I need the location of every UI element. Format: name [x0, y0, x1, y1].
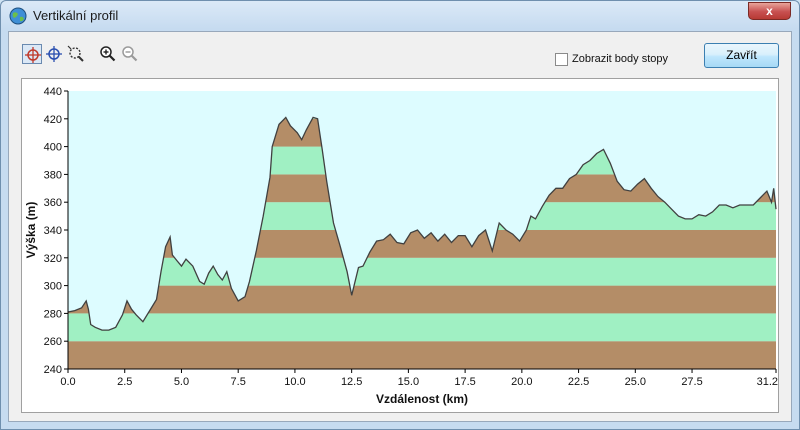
crosshair-red-tool[interactable]	[22, 44, 42, 64]
y-tick-label: 420	[44, 114, 62, 126]
client-area: Zobrazit body stopy Zavřít 240 260 280 300 3…	[8, 31, 792, 422]
close-button[interactable]: Zavřít	[704, 43, 779, 68]
x-tick-label: 22.5	[568, 376, 589, 388]
crosshair-blue-tool[interactable]	[44, 44, 64, 64]
y-tick-label: 300	[44, 281, 62, 293]
x-tick-label: 20.0	[511, 376, 532, 388]
crosshair-red-icon	[25, 47, 41, 63]
y-tick-label: 380	[44, 169, 62, 181]
x-tick-label: 12.5	[341, 376, 362, 388]
y-tick-label: 280	[44, 308, 62, 320]
elevation-band	[68, 257, 776, 286]
x-tick-label: 7.5	[231, 376, 246, 388]
show-points-checkbox[interactable]	[555, 53, 568, 66]
zoom-in-tool[interactable]	[98, 44, 118, 64]
y-tick-label: 400	[44, 142, 62, 154]
y-tick-label: 360	[44, 197, 62, 209]
title-bar[interactable]: Vertikální profil x	[1, 1, 799, 31]
y-tick-label: 340	[44, 225, 62, 237]
x-tick-label: 31.2	[757, 376, 778, 388]
x-tick-label: 5.0	[174, 376, 189, 388]
x-axis-label: Vzdálenost (km)	[376, 392, 468, 406]
zoom-box-tool[interactable]	[66, 44, 86, 64]
x-tick-label: 15.0	[398, 376, 419, 388]
elevation-chart-svg: 240 260 280 300 320 340 360 380 400 420 440 0.0 2.5 5…	[24, 86, 778, 406]
crosshair-blue-icon	[46, 46, 62, 62]
y-tick-label: 440	[44, 86, 62, 98]
elevation-band	[68, 285, 776, 314]
y-tick-label: 320	[44, 253, 62, 265]
window-close-button[interactable]: x	[748, 2, 791, 20]
elevation-band	[68, 341, 776, 369]
window-title: Vertikální profil	[33, 8, 119, 23]
elevation-chart: 240 260 280 300 320 340 360 380 400 420 440 0.0 2.5 5…	[21, 78, 779, 413]
show-points-label: Zobrazit body stopy	[572, 53, 668, 65]
x-tick-label: 0.0	[60, 376, 75, 388]
x-tick-label: 17.5	[454, 376, 475, 388]
y-axis-label: Výška (m)	[24, 202, 38, 259]
zoom-box-icon	[67, 45, 84, 62]
y-tick-label: 240	[44, 364, 62, 376]
elevation-band	[68, 313, 776, 342]
x-tick-label: 25.0	[625, 376, 646, 388]
x-tick-label: 2.5	[117, 376, 132, 388]
zoom-out-tool[interactable]	[120, 44, 140, 64]
zoom-out-icon	[122, 46, 138, 62]
y-tick-label: 260	[44, 336, 62, 348]
zoom-in-icon	[100, 46, 116, 62]
x-tick-label: 27.5	[681, 376, 702, 388]
profile-window: Vertikální profil x Zobrazit body stopy …	[0, 0, 800, 430]
x-tick-label: 10.0	[284, 376, 305, 388]
globe-icon	[9, 7, 27, 25]
